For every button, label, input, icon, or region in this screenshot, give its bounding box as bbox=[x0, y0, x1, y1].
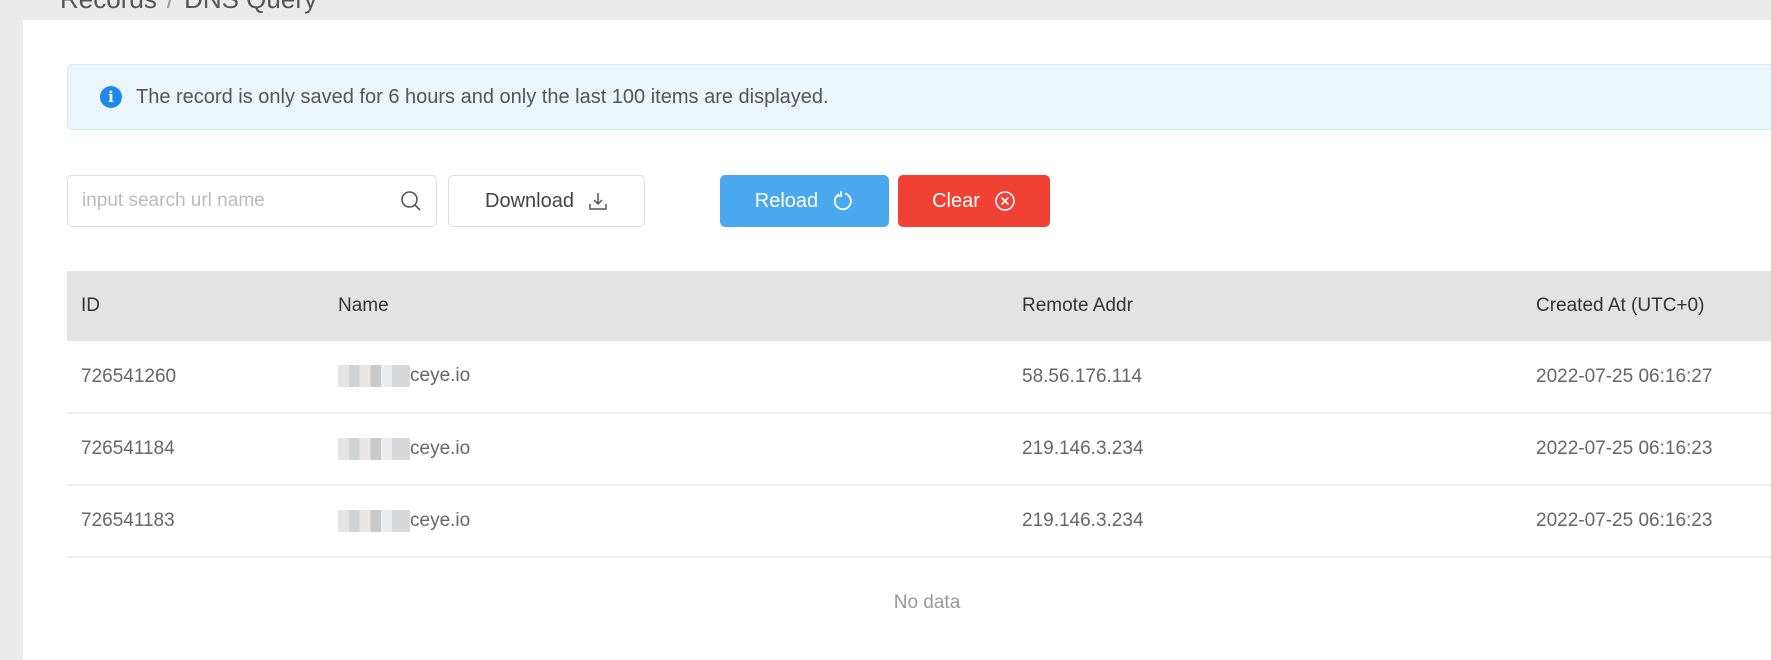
cell-name: ceye.io bbox=[324, 485, 1008, 558]
header-remote-addr: Remote Addr bbox=[1008, 271, 1522, 341]
cell-id: 726541260 bbox=[67, 341, 324, 414]
table-row: 726541184 ceye.io 219.146.3.234 2022-07-… bbox=[67, 413, 1771, 486]
redacted-block bbox=[338, 437, 410, 460]
breadcrumb-separator: / bbox=[167, 0, 174, 14]
name-text: ceye.io bbox=[410, 510, 471, 531]
download-icon bbox=[589, 193, 607, 210]
name-text: ceye.io bbox=[410, 365, 471, 387]
alert-text: The record is only saved for 6 hours and… bbox=[136, 85, 829, 108]
search-field[interactable] bbox=[67, 175, 437, 227]
cell-created-at: 2022-07-25 06:16:27 bbox=[1522, 341, 1771, 414]
clear-button[interactable]: Clear bbox=[898, 175, 1050, 227]
breadcrumb-records[interactable]: Records bbox=[60, 0, 157, 14]
header-name: Name bbox=[324, 271, 1008, 341]
records-table: ID Name Remote Addr Created At (UTC+0) 7… bbox=[67, 271, 1771, 558]
cell-remote-addr: 219.146.3.234 bbox=[1008, 413, 1522, 486]
cell-id: 726541183 bbox=[67, 485, 324, 558]
reload-label: Reload bbox=[754, 189, 819, 212]
reload-button[interactable]: Reload bbox=[720, 175, 889, 227]
cell-name: ceye.io bbox=[324, 413, 1008, 486]
table-row: 726541260 ceye.io 58.56.176.114 2022-07-… bbox=[67, 341, 1771, 414]
cell-id: 726541184 bbox=[67, 413, 324, 486]
table-row: 726541183 ceye.io 219.146.3.234 2022-07-… bbox=[67, 485, 1771, 558]
header-id: ID bbox=[67, 271, 324, 341]
no-data-text: No data bbox=[893, 592, 961, 613]
table-header: ID Name Remote Addr Created At (UTC+0) bbox=[67, 271, 1771, 341]
breadcrumb-dns-query: DNS Query bbox=[184, 0, 317, 14]
cell-created-at: 2022-07-25 06:16:23 bbox=[1522, 413, 1771, 486]
info-alert: i The record is only saved for 6 hours a… bbox=[67, 64, 1771, 130]
reload-icon bbox=[834, 191, 852, 211]
cell-remote-addr: 58.56.176.114 bbox=[1008, 341, 1522, 414]
redacted-block bbox=[338, 365, 410, 388]
cell-name: ceye.io bbox=[324, 341, 1008, 414]
content-panel: i The record is only saved for 6 hours a… bbox=[23, 20, 1771, 660]
close-circle-icon bbox=[995, 191, 1015, 211]
cell-created-at: 2022-07-25 06:16:23 bbox=[1522, 485, 1771, 558]
download-label: Download bbox=[485, 189, 574, 212]
search-input[interactable] bbox=[82, 190, 400, 212]
cell-remote-addr: 219.146.3.234 bbox=[1008, 485, 1522, 558]
search-icon[interactable] bbox=[400, 190, 422, 212]
redacted-block bbox=[338, 509, 410, 532]
clear-label: Clear bbox=[932, 189, 980, 212]
download-button[interactable]: Download bbox=[448, 175, 645, 227]
breadcrumb: Records / DNS Query bbox=[60, 0, 317, 15]
info-icon: i bbox=[100, 86, 122, 108]
name-text: ceye.io bbox=[410, 438, 471, 459]
header-created-at: Created At (UTC+0) bbox=[1522, 271, 1771, 341]
